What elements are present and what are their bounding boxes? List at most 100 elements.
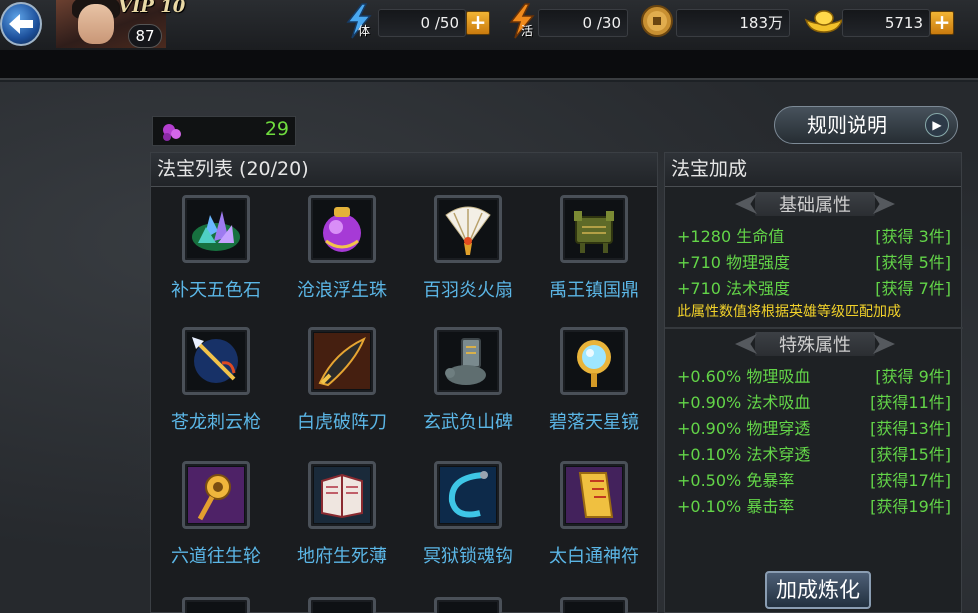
special-stat-row: +0.90% 物理穿透 [获得13件] — [677, 415, 951, 439]
cauldron-icon — [574, 211, 614, 253]
special-stat-row: +0.50% 免暴率 [获得17件] — [677, 467, 951, 491]
stat-text: +1280 生命值 — [677, 227, 785, 246]
treasure-item[interactable]: 地府生死薄 — [279, 453, 405, 581]
gold-plus-button[interactable]: + — [930, 11, 954, 35]
hook-icon — [440, 467, 496, 523]
special-stat-row: +0.10% 暴击率 [获得19件] — [677, 493, 951, 517]
item-name: 禹王镇国鼎 — [549, 280, 639, 301]
item-name: 补天五色石 — [171, 280, 261, 301]
blade-icon — [314, 333, 370, 389]
gold-value: 5713 — [842, 9, 930, 37]
fragment-counter: 29 — [152, 116, 296, 146]
treasure-item[interactable]: 冥狱锁魂钩 — [405, 453, 531, 581]
treasure-item[interactable]: 补天五色石 — [153, 187, 279, 315]
treasure-item[interactable]: 禹王镇国鼎 — [531, 187, 657, 315]
gold-ingot-icon — [804, 10, 844, 33]
treasure-item[interactable]: 碧落天星镜 — [531, 319, 657, 447]
basic-stat-row: +1280 生命值 [获得 3件] — [677, 223, 951, 247]
item-frame — [308, 327, 376, 395]
stat-text: +0.90% 物理穿透 — [677, 419, 811, 438]
treasure-item[interactable]: 六道往生轮 — [153, 453, 279, 581]
header-right-ornament — [873, 194, 895, 214]
stat-requirement: [获得15件] — [870, 445, 951, 464]
crystal-icon — [192, 211, 240, 251]
item-frame — [434, 195, 502, 263]
item-name: 六道往生轮 — [171, 546, 261, 567]
item-frame — [182, 195, 250, 263]
basic-stat-row: +710 物理强度 [获得 5件] — [677, 249, 951, 273]
rules-button-label: 规则说明 — [807, 113, 887, 137]
treasure-item[interactable]: 太白通神符 — [531, 453, 657, 581]
item-frame — [434, 597, 502, 613]
treasure-item[interactable]: 百羽炎火扇 — [405, 187, 531, 315]
orb-icon — [323, 207, 361, 252]
avatar-face — [78, 4, 114, 44]
item-frame — [434, 327, 502, 395]
stat-requirement: [获得11件] — [870, 393, 951, 412]
treasure-list-panel: 法宝列表 (20/20) 补天五色石 沧浪浮生珠 百羽炎火扇 禹王镇国鼎 苍龙刺… — [150, 152, 658, 613]
item-frame — [308, 195, 376, 263]
purple-fragment-icon — [163, 124, 181, 141]
play-arrow-icon: ▶ — [925, 113, 949, 137]
header-left-ornament — [735, 194, 757, 214]
treasure-item[interactable]: 沧浪浮生珠 — [279, 187, 405, 315]
top-resource-bar: VIP 10 87 体 0 /50 + 活 0 /30 183万 5713 + — [0, 0, 978, 50]
item-frame — [560, 195, 628, 263]
treasure-item-partial[interactable] — [279, 589, 405, 613]
copper-value: 183万 — [676, 9, 790, 37]
bonus-refine-button[interactable]: 加成炼化 — [765, 571, 871, 609]
treasure-item[interactable]: 白虎破阵刀 — [279, 319, 405, 447]
stat-requirement: [获得 5件] — [875, 253, 951, 272]
special-attributes-header: 特殊属性 — [735, 331, 895, 357]
rules-button[interactable]: 规则说明 ▶ — [774, 106, 958, 144]
item-name: 百羽炎火扇 — [423, 280, 513, 301]
special-attributes-title: 特殊属性 — [779, 335, 851, 356]
item-name: 白虎破阵刀 — [297, 412, 387, 433]
stat-requirement: [获得 7件] — [875, 279, 951, 298]
special-stat-row: +0.60% 物理吸血 [获得 9件] — [677, 363, 951, 387]
item-name: 地府生死薄 — [297, 546, 387, 567]
back-button[interactable] — [0, 2, 42, 46]
item-frame — [560, 597, 628, 613]
stat-text: +0.10% 法术穿透 — [677, 445, 811, 464]
stat-requirement: [获得13件] — [870, 419, 951, 438]
header-right-ornament — [873, 334, 895, 354]
treasure-bonus-title: 法宝加成 — [665, 153, 961, 187]
stamina-unit-label: 体 — [358, 24, 371, 38]
tortoise-stele-icon — [445, 338, 486, 385]
item-frame — [182, 461, 250, 529]
back-arrow-icon — [9, 14, 33, 34]
treasure-item-partial[interactable] — [405, 589, 531, 613]
stat-text: +0.60% 物理吸血 — [677, 367, 811, 386]
item-frame — [560, 327, 628, 395]
vigor-unit-label: 活 — [521, 24, 534, 38]
item-name: 玄武负山碑 — [423, 412, 513, 433]
stat-text: +0.10% 暴击率 — [677, 497, 795, 516]
header-left-ornament — [735, 334, 757, 354]
treasure-list-title: 法宝列表 (20/20) — [151, 153, 657, 187]
wheel-icon — [188, 467, 244, 523]
level-scaling-note: 此属性数值将根据英雄等级匹配加成 — [677, 304, 901, 320]
talisman-icon — [566, 467, 622, 523]
item-frame — [182, 597, 250, 613]
treasure-item-partial[interactable] — [153, 589, 279, 613]
basic-attributes-header: 基础属性 — [735, 191, 895, 217]
treasure-item[interactable]: 苍龙刺云枪 — [153, 319, 279, 447]
fragment-count-value: 29 — [264, 118, 289, 140]
vigor-value: 0 /30 — [538, 9, 628, 37]
item-frame — [308, 597, 376, 613]
treasure-item[interactable]: 玄武负山碑 — [405, 319, 531, 447]
special-stat-row: +0.90% 法术吸血 [获得11件] — [677, 389, 951, 413]
item-frame — [560, 461, 628, 529]
fan-icon — [445, 206, 491, 255]
vip-label: VIP 10 — [118, 0, 186, 17]
mirror-icon — [577, 340, 611, 387]
spear-icon — [192, 337, 238, 383]
stamina-plus-button[interactable]: + — [466, 11, 490, 35]
copper-coin-icon — [641, 5, 673, 37]
special-stat-row: +0.10% 法术穿透 [获得15件] — [677, 441, 951, 465]
basic-attributes-title: 基础属性 — [779, 195, 851, 216]
treasure-item-partial[interactable] — [531, 589, 657, 613]
stat-text: +710 法术强度 — [677, 279, 791, 298]
book-icon — [314, 467, 370, 523]
